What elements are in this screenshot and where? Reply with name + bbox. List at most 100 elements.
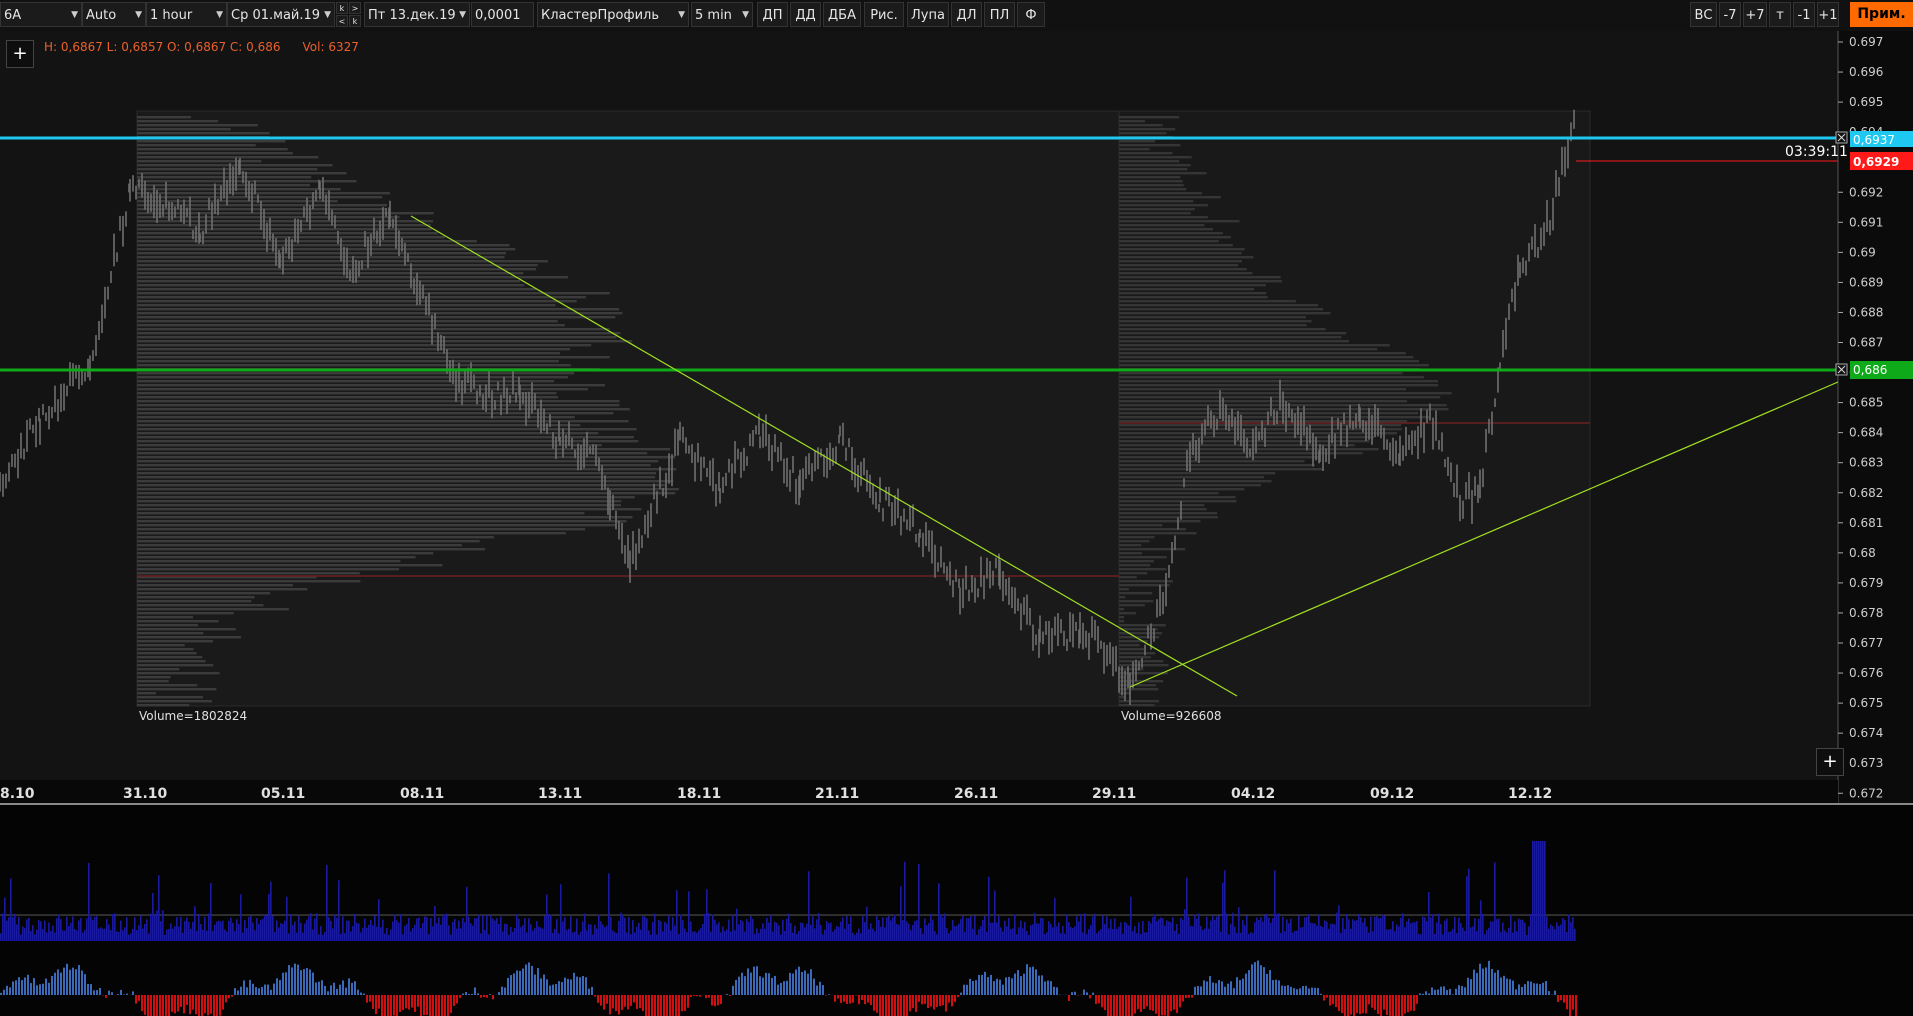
profile-row [1119,120,1146,123]
nav-next-button[interactable]: > [349,2,361,14]
t-button[interactable]: т [1769,2,1791,27]
volume-bar [200,924,202,941]
date-to-select[interactable]: Пт 13.дек.19 ▼ [364,2,470,27]
dba-button[interactable]: ДБА [823,2,861,27]
nav-prev-button[interactable]: < [336,15,348,27]
chart-type-select[interactable]: КластерПрофиль ▼ [537,2,689,27]
nav-next-glyph: > [351,4,359,13]
profile-row [1119,456,1319,459]
delta-bar-negative [924,995,926,1004]
delta-bar-positive [570,979,572,995]
plus7-button[interactable]: +7 [1743,2,1767,27]
volume-bar [1024,921,1026,941]
delta-bar-positive [474,987,476,995]
delta-bar-positive [807,973,809,995]
volume-bar [1270,922,1272,941]
volume-bar [1198,913,1200,941]
delta-bar-negative [372,995,374,1010]
delta-bar-negative [879,995,881,1016]
volume-bar [1446,918,1448,941]
delta-bar-negative [720,995,722,1005]
instrument-select[interactable]: 6A ▼ [0,2,82,27]
delta-bar-negative [1356,995,1358,1014]
volume-bar [816,919,818,941]
delta-bar-positive [66,963,68,995]
instrument-value: 6A [4,8,22,23]
volume-bar [908,923,910,941]
zoom-button[interactable]: Лупа [907,2,949,27]
delta-bar-positive [6,985,8,995]
volume-bar [958,923,960,941]
volume-bar [518,918,520,941]
volume-bar [74,928,76,941]
delta-bar-positive [1476,973,1478,995]
volume-bar [1174,930,1176,941]
volume-bar [1250,932,1252,941]
timeframe-select[interactable]: 1 hour ▼ [146,2,227,27]
tick-size-input[interactable]: 0,0001 [471,2,534,27]
volume-bar [608,873,610,941]
volume-bar [258,923,260,941]
delta-bar-positive [1221,981,1223,995]
profile-row [137,480,674,483]
date-from-select[interactable]: Ср 01.май.19 ▼ [227,2,335,27]
dl-button[interactable]: ДЛ [951,2,982,27]
delta-bar-positive [51,975,53,995]
date-tick-label: 12.12 [1508,786,1552,802]
delta-bar-positive [249,979,251,995]
filter-button[interactable]: Ф [1017,2,1045,27]
add-pane-button[interactable]: + [1816,748,1844,776]
cluster-period-select[interactable]: 5 min ▼ [691,2,753,27]
volume-bar [198,913,200,941]
dp-button[interactable]: ДП [757,2,788,27]
apply-button[interactable]: Прим. [1850,2,1913,27]
volume-bar [906,921,908,941]
volume-bar [176,917,178,941]
dd-button[interactable]: ДД [790,2,821,27]
scale-mode-select[interactable]: Auto ▼ [82,2,146,27]
profile-row [137,280,521,283]
volume-bar [1020,920,1022,941]
delta-bar-negative [180,995,182,1007]
delta-bar-positive [42,983,44,995]
volume-bar [692,931,694,941]
minus1-button[interactable]: -1 [1793,2,1815,27]
vs-button[interactable]: ВС [1690,2,1717,27]
profile-row [1119,420,1408,423]
volume-bar [1134,926,1136,941]
volume-bar [8,917,10,941]
volume-bar [1126,923,1128,941]
volume-bar [612,930,614,941]
volume-bar [112,913,114,941]
volume-profile-layer [136,110,1591,707]
delta-bar-negative [1155,995,1157,1014]
volume-bar [530,924,532,941]
volume-bar [1148,920,1150,941]
volume-bar [152,892,154,941]
profile-row [137,624,198,627]
volume-bar [806,923,808,941]
profile-row [1119,628,1158,631]
nav-last-button[interactable]: k [349,15,361,27]
add-indicator-button[interactable]: + [6,40,34,68]
price-chart[interactable]: 0.6970.6960.6950.6940.6920.6910.690.6890… [0,31,1913,1016]
nav-first-button[interactable]: k [336,2,348,14]
delta-bar-positive [1230,981,1232,995]
delta-bar-positive [993,981,995,995]
delta-bar-positive [258,988,260,995]
delta-bar-negative [1569,995,1571,1016]
pl-button[interactable]: ПЛ [984,2,1015,27]
minus7-button[interactable]: -7 [1719,2,1741,27]
volume-bar [1106,916,1108,941]
plus1-button[interactable]: +1 [1817,2,1839,27]
delta-bar-negative [1134,995,1136,1014]
volume-bar [210,882,212,941]
volume-bar [2,913,4,941]
delta-bar-positive [1026,964,1028,995]
dl-button-label: ДЛ [956,8,977,23]
volume-bar [438,917,440,941]
profile-row [137,608,289,611]
volume-bar [914,921,916,941]
delta-bar-positive [960,992,962,995]
draw-button[interactable]: Рис. [864,2,904,27]
